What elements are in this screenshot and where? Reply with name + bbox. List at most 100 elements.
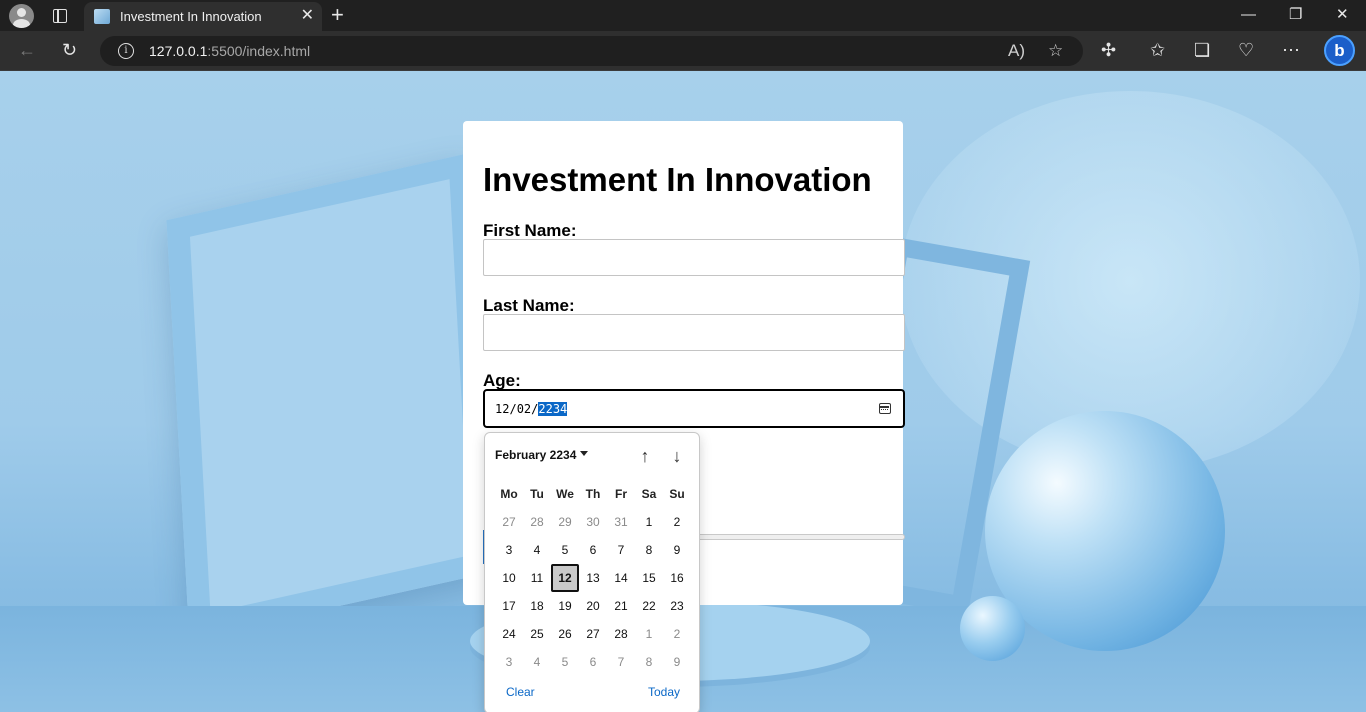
calendar-day[interactable]: 8: [635, 536, 663, 564]
calendar-week-row: 24 25 26 27 28 1 2: [495, 620, 691, 648]
browser-essentials-icon[interactable]: ♡: [1238, 39, 1254, 61]
next-month-arrow-icon[interactable]: ↓: [666, 445, 688, 467]
calendar-day[interactable]: 2: [663, 508, 691, 536]
refresh-icon[interactable]: ↻: [62, 39, 77, 61]
calendar-day[interactable]: 15: [635, 564, 663, 592]
back-arrow-icon[interactable]: ←: [18, 39, 36, 61]
weekday-header-row: Mo Tu We Th Fr Sa Su: [495, 480, 691, 508]
weekday-label: Mo: [500, 487, 518, 501]
calendar-day[interactable]: 7: [607, 648, 635, 676]
calendar-week-row: 3456789: [495, 536, 691, 564]
calendar-day[interactable]: 9: [663, 648, 691, 676]
month-year-selector[interactable]: February 2234: [495, 448, 576, 462]
window-close-icon[interactable]: ✕: [1336, 4, 1349, 26]
date-month-segment[interactable]: 12: [495, 402, 509, 416]
calendar-day[interactable]: 2: [663, 620, 691, 648]
browser-tab-active[interactable]: Investment In Innovation ✕: [84, 2, 322, 31]
calendar-day[interactable]: 27: [579, 620, 607, 648]
read-aloud-icon[interactable]: A): [1008, 40, 1025, 62]
bing-copilot-icon[interactable]: b: [1324, 35, 1355, 66]
tab-actions-icon[interactable]: [53, 9, 67, 23]
calendar-day[interactable]: 19: [551, 592, 579, 620]
new-tab-icon[interactable]: +: [331, 3, 344, 27]
calendar-day[interactable]: 16: [663, 564, 691, 592]
today-button[interactable]: Today: [648, 685, 680, 699]
calendar-weeks: 27 28 29 30 31 1 2 3 4 5 6 7 8 9 10 11 12 13 14 15 16 17 18 19 2…: [495, 508, 691, 676]
calendar-day[interactable]: 29: [551, 508, 579, 536]
weekday-label: Fr: [615, 487, 627, 501]
more-menu-icon[interactable]: ⋯: [1282, 39, 1300, 61]
favorites-icon[interactable]: ✩: [1150, 39, 1165, 61]
calendar-week-row: 17 18 19 20 21 22 23: [495, 592, 691, 620]
calendar-day[interactable]: 1: [635, 508, 663, 536]
calendar-day-selected[interactable]: 12: [551, 564, 579, 592]
tab-favicon-icon: [94, 9, 110, 24]
calendar-day[interactable]: 1: [635, 620, 663, 648]
window-minimize-icon[interactable]: —: [1241, 4, 1256, 26]
calendar-day[interactable]: 8: [635, 648, 663, 676]
first-name-input[interactable]: [483, 239, 905, 276]
calendar-day[interactable]: 17: [495, 592, 523, 620]
favorite-star-icon[interactable]: ☆: [1048, 40, 1063, 62]
calendar-day[interactable]: 24: [495, 620, 523, 648]
calendar-day[interactable]: 4: [523, 536, 551, 564]
date-day-segment[interactable]: 02: [517, 402, 531, 416]
calendar-day[interactable]: 6: [579, 536, 607, 564]
calendar-day[interactable]: 25: [523, 620, 551, 648]
age-date-value[interactable]: 12/02/2234: [495, 402, 568, 416]
calendar-day[interactable]: 28: [607, 620, 635, 648]
browser-tab-strip: Investment In Innovation ✕ + — ❐ ✕: [0, 0, 1366, 31]
calendar-day[interactable]: 5: [551, 648, 579, 676]
background-sphere-small: [960, 596, 1025, 661]
weekday-label: Tu: [530, 487, 544, 501]
profile-avatar-icon[interactable]: [9, 4, 34, 28]
calendar-week-row: 10 11 12 13 14 15 16: [495, 564, 691, 592]
calendar-icon[interactable]: [879, 403, 891, 414]
calendar-day[interactable]: 30: [579, 508, 607, 536]
browser-toolbar: ← ↻ i 127.0.0.1:5500/index.html A) ☆ ✣ ✩…: [0, 31, 1366, 71]
site-info-icon[interactable]: i: [118, 43, 134, 59]
caret-down-icon[interactable]: [580, 451, 588, 456]
window-restore-icon[interactable]: ❐: [1289, 4, 1302, 26]
calendar-day[interactable]: 13: [579, 564, 607, 592]
range-slider-track[interactable]: [693, 534, 905, 540]
calendar-day[interactable]: 4: [523, 648, 551, 676]
age-date-input[interactable]: 12/02/2234: [483, 389, 905, 428]
url-path: :5500/index.html: [207, 43, 311, 59]
clear-button[interactable]: Clear: [506, 685, 535, 699]
previous-month-arrow-icon[interactable]: ↑: [634, 445, 656, 467]
collections-icon[interactable]: ❏: [1194, 39, 1210, 61]
calendar-day[interactable]: 18: [523, 592, 551, 620]
calendar-day[interactable]: 23: [663, 592, 691, 620]
calendar-day[interactable]: 7: [607, 536, 635, 564]
calendar-day[interactable]: 6: [579, 648, 607, 676]
calendar-day[interactable]: 22: [635, 592, 663, 620]
page-title: Investment In Innovation: [483, 161, 872, 198]
calendar-day[interactable]: 9: [663, 536, 691, 564]
url-text[interactable]: 127.0.0.1:5500/index.html: [149, 43, 310, 59]
extensions-icon[interactable]: ✣: [1101, 39, 1116, 61]
tab-title: Investment In Innovation: [120, 9, 262, 24]
calendar-day[interactable]: 14: [607, 564, 635, 592]
calendar-week-row: 3456789: [495, 648, 691, 676]
selected-day-number: 12: [551, 564, 579, 592]
calendar-day[interactable]: 3: [495, 648, 523, 676]
calendar-day[interactable]: 5: [551, 536, 579, 564]
calendar-day[interactable]: 28: [523, 508, 551, 536]
weekday-label: Th: [585, 487, 601, 501]
calendar-day[interactable]: 31: [607, 508, 635, 536]
address-bar[interactable]: i 127.0.0.1:5500/index.html A) ☆: [100, 36, 1083, 66]
last-name-label: Last Name:: [483, 296, 575, 315]
last-name-input[interactable]: [483, 314, 905, 351]
calendar-day[interactable]: 3: [495, 536, 523, 564]
calendar-day[interactable]: 21: [607, 592, 635, 620]
calendar-week-row: 27 28 29 30 31 1 2: [495, 508, 691, 536]
calendar-day[interactable]: 26: [551, 620, 579, 648]
calendar-day[interactable]: 27: [495, 508, 523, 536]
date-year-segment[interactable]: 2234: [538, 402, 568, 416]
calendar-day[interactable]: 10: [495, 564, 523, 592]
tab-close-icon[interactable]: ✕: [301, 6, 314, 26]
weekday-label: Su: [669, 487, 685, 501]
calendar-day[interactable]: 11: [523, 564, 551, 592]
calendar-day[interactable]: 20: [579, 592, 607, 620]
